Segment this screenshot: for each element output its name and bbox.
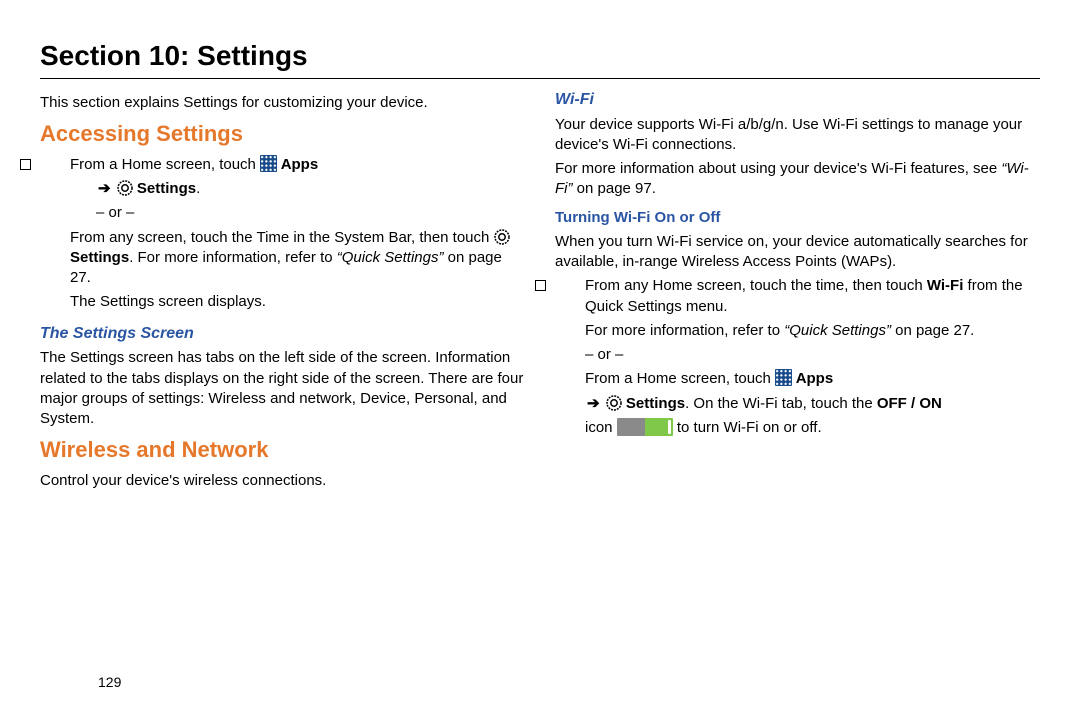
paragraph: For more information about using your de… [555, 159, 1040, 200]
settings-label: Settings [133, 180, 196, 197]
apps-icon [775, 369, 792, 386]
text: From a Home screen, touch [70, 156, 260, 173]
section-title: Section 10: Settings [40, 40, 1040, 72]
left-column: This section explains Settings for custo… [40, 89, 525, 495]
settings-icon [494, 229, 510, 245]
toggle-switch-icon [617, 418, 673, 436]
heading-wireless-network: Wireless and Network [40, 435, 525, 465]
text: From any screen, touch the Time in the S… [70, 229, 494, 246]
paragraph: Your device supports Wi-Fi a/b/g/n. Use … [555, 115, 1040, 156]
page-number: 129 [98, 674, 121, 690]
text: icon [585, 419, 617, 436]
text: . [196, 180, 200, 197]
paragraph: ➔ Settings. On the Wi-Fi tab, touch the … [555, 394, 1040, 414]
settings-label: Settings [70, 249, 129, 266]
paragraph: The Settings screen has tabs on the left… [40, 348, 525, 429]
settings-label: Settings [622, 395, 685, 412]
settings-icon [606, 395, 622, 411]
bullet-continuation: ➔ Settings. [40, 179, 525, 199]
paragraph: For more information, refer to “Quick Se… [555, 321, 1040, 341]
text: From any Home screen, touch the time, th… [585, 277, 927, 294]
paragraph: From a Home screen, touch Apps [555, 369, 1040, 389]
text: on page 97. [573, 180, 656, 197]
paragraph: When you turn Wi-Fi service on, your dev… [555, 232, 1040, 273]
paragraph: From any screen, touch the Time in the S… [40, 228, 525, 289]
apps-label: Apps [277, 156, 318, 173]
paragraph: icon to turn Wi-Fi on or off. [555, 418, 1040, 438]
horizontal-rule [40, 78, 1040, 79]
text: to turn Wi-Fi on or off. [673, 419, 822, 436]
heading-accessing-settings: Accessing Settings [40, 119, 525, 149]
apps-label: Apps [792, 370, 833, 387]
text: For more information about using your de… [555, 160, 1001, 177]
apps-icon [260, 155, 277, 172]
off-on-label: OFF / ON [877, 395, 942, 412]
text: From a Home screen, touch [585, 370, 775, 387]
text: . For more information, refer to [129, 249, 337, 266]
two-column-layout: This section explains Settings for custo… [40, 89, 1040, 495]
or-separator: – or – [40, 203, 525, 223]
heading-turning-wifi: Turning Wi-Fi On or Off [555, 208, 1040, 228]
wifi-label: Wi-Fi [927, 277, 964, 294]
cross-reference: “Quick Settings” [784, 322, 891, 339]
text: For more information, refer to [585, 322, 784, 339]
right-column: Wi-Fi Your device supports Wi-Fi a/b/g/n… [555, 89, 1040, 495]
text: . On the Wi-Fi tab, touch the [685, 395, 877, 412]
intro-text: This section explains Settings for custo… [40, 93, 525, 113]
bullet-item: From any Home screen, touch the time, th… [555, 276, 1040, 317]
text: on page 27. [891, 322, 974, 339]
or-separator: – or – [555, 345, 1040, 365]
bullet-item: From a Home screen, touch Apps [40, 155, 525, 175]
arrow-icon: ➔ [587, 394, 600, 414]
paragraph: Control your device's wireless connectio… [40, 471, 525, 491]
cross-reference: “Quick Settings” [337, 249, 444, 266]
paragraph: The Settings screen displays. [40, 292, 525, 312]
settings-icon [117, 180, 133, 196]
heading-settings-screen: The Settings Screen [40, 323, 525, 345]
heading-wifi: Wi-Fi [555, 89, 1040, 111]
arrow-icon: ➔ [98, 179, 111, 199]
